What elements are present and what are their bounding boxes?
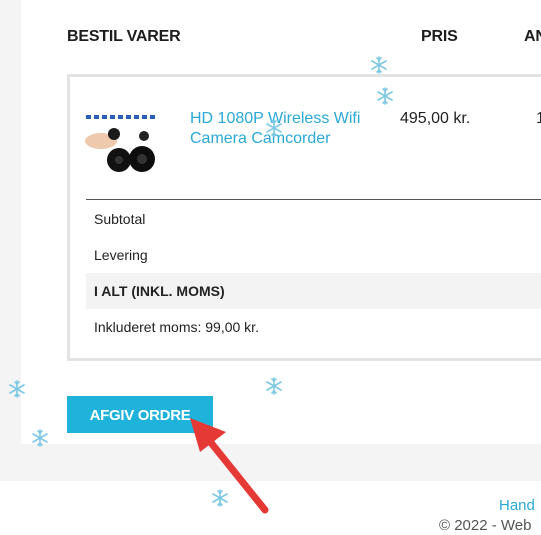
shipping-label: Levering: [94, 247, 148, 263]
snowflake-icon: [9, 380, 25, 398]
snowflake-icon: [32, 429, 48, 447]
column-header-price: PRIS: [421, 28, 458, 45]
vat-row: Inkluderet moms: 99,00 kr.: [86, 309, 541, 345]
snowflake-icon: [266, 377, 282, 395]
snowflake-icon: [266, 119, 282, 137]
footer-link[interactable]: Hand: [499, 497, 535, 514]
subtotal-row: Subtotal: [86, 201, 541, 237]
product-quantity: 1: [536, 110, 541, 127]
product-thumbnail[interactable]: [84, 108, 162, 180]
product-price: 495,00 kr.: [400, 110, 471, 127]
annotation-arrow: [190, 418, 269, 514]
footer-copyright: © 2022 - Web: [439, 517, 532, 534]
column-header-quantity: AN: [524, 28, 541, 45]
column-header-product: BESTIL VARER: [67, 28, 181, 45]
total-label: I ALT (INKL. MOMS): [94, 283, 225, 299]
summary-divider: [86, 199, 541, 200]
shipping-row: Levering: [86, 237, 541, 273]
vat-text: Inkluderet moms: 99,00 kr.: [94, 319, 259, 335]
snowflake-icon: [371, 56, 387, 74]
subtotal-label: Subtotal: [94, 211, 146, 227]
product-name-link[interactable]: HD 1080P Wireless Wifi Camera Camcorder: [190, 109, 380, 149]
total-row: I ALT (INKL. MOMS): [86, 273, 541, 309]
snowflake-icon: [377, 87, 393, 105]
